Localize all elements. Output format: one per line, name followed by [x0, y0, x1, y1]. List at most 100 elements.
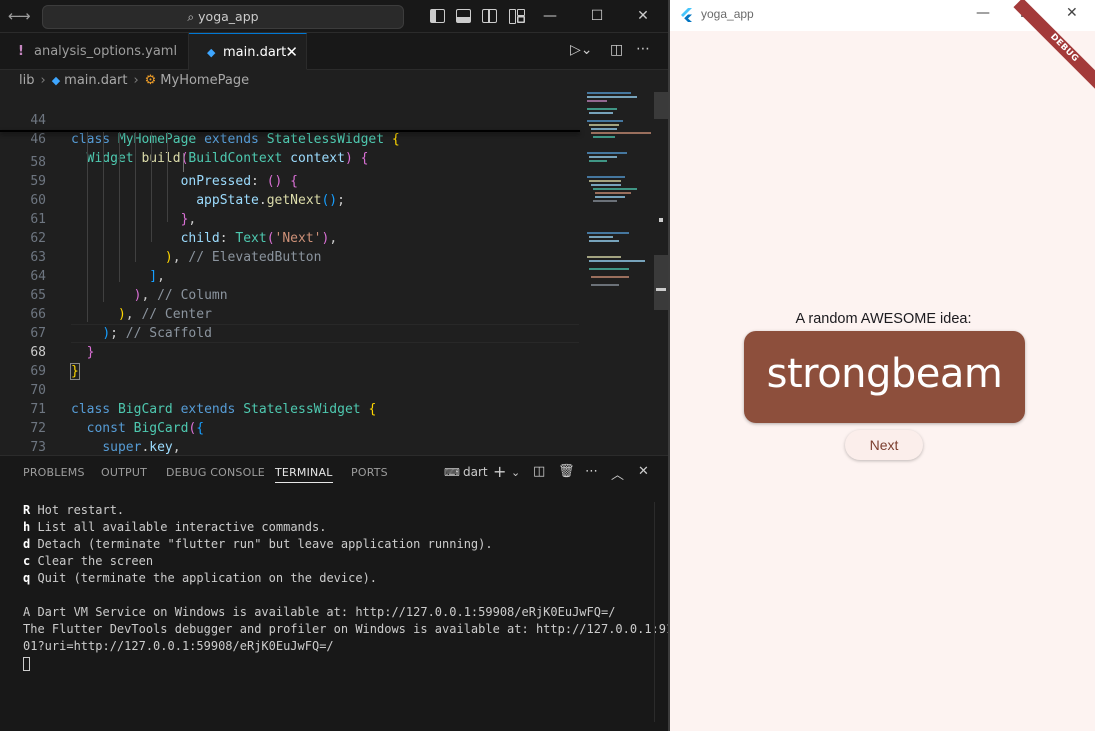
- close-icon[interactable]: ✕: [1066, 5, 1078, 21]
- tab-output[interactable]: OUTPUT: [101, 466, 147, 479]
- terminal-cursor: [23, 656, 30, 671]
- terminal-name[interactable]: dart: [463, 465, 488, 479]
- tab-terminal[interactable]: TERMINAL: [275, 466, 333, 483]
- trash-icon[interactable]: 🗑: [558, 464, 575, 479]
- breadcrumb-lib[interactable]: lib: [19, 73, 34, 88]
- minimap-line: [587, 108, 617, 110]
- breadcrumb-file[interactable]: main.dart: [64, 73, 127, 88]
- customize-layout-icon[interactable]: [509, 9, 525, 24]
- big-card: strongbeam: [744, 331, 1025, 423]
- minimap-line: [587, 232, 629, 234]
- minimap-line: [589, 156, 617, 158]
- code-line[interactable]: 59 appState.getNext();: [0, 153, 580, 208]
- minimap-line: [589, 260, 645, 262]
- dart-file-icon: ◆: [207, 46, 216, 59]
- breadcrumb-symbol[interactable]: MyHomePage: [160, 73, 249, 88]
- minimap-line: [587, 120, 623, 122]
- code-line[interactable]: 67 }: [0, 305, 580, 360]
- terminal-line: A Dart VM Service on Windows is availabl…: [23, 605, 616, 619]
- toggle-secondary-sidebar-icon[interactable]: [482, 9, 497, 23]
- breadcrumb: lib › ◆ main.dart › ⚙ MyHomePage: [0, 70, 668, 92]
- more-actions-icon[interactable]: ⋯: [585, 464, 598, 479]
- code-line[interactable]: 69: [0, 343, 580, 379]
- terminal-line: c Clear the screen: [23, 554, 154, 568]
- minimap-line: [593, 200, 617, 202]
- minimap-line: [587, 100, 607, 102]
- code-line[interactable]: 64 ), // Column: [0, 248, 580, 303]
- flutter-logo-icon: [681, 8, 692, 22]
- run-debug-icon[interactable]: ▷⌄: [570, 42, 593, 58]
- maximize-panel-icon[interactable]: ︿: [611, 464, 624, 483]
- tab-debug-console[interactable]: DEBUG CONSOLE: [166, 466, 265, 479]
- more-actions-icon[interactable]: ⋯: [636, 41, 650, 57]
- tab-ports[interactable]: PORTS: [351, 466, 388, 479]
- code-line[interactable]: 71 const BigCard({: [0, 381, 580, 436]
- toggle-panel-icon[interactable]: [456, 9, 471, 23]
- dart-file-icon: ◆: [51, 74, 61, 87]
- code-editor[interactable]: 44 class MyHomePage extends StatelessWid…: [0, 92, 668, 493]
- terminal-line: d Detach (terminate "flutter run" but le…: [23, 537, 493, 551]
- maximize-icon[interactable]: ☐: [584, 6, 610, 26]
- code-line[interactable]: 58 onPressed: () {: [0, 134, 580, 189]
- minimap-line: [593, 188, 637, 190]
- toggle-primary-sidebar-icon[interactable]: [430, 9, 445, 23]
- sticky-line[interactable]: 44 class MyHomePage extends StatelessWid…: [0, 92, 580, 147]
- terminal-line: q Quit (terminate the application on the…: [23, 571, 378, 585]
- scrollbar-thumb[interactable]: [654, 255, 668, 310]
- terminal-output[interactable]: R Hot restart. h List all available inte…: [23, 502, 668, 672]
- flutter-app-window: yoga_app — ☐ ✕ DEBUG A random AWESOME id…: [668, 0, 1095, 731]
- minimize-icon[interactable]: —: [537, 6, 563, 26]
- tab-analysis-options[interactable]: ! analysis_options.yaml: [0, 33, 189, 70]
- new-terminal-icon[interactable]: +: [493, 462, 506, 481]
- minimap-line: [591, 276, 629, 278]
- search-icon: ⌕: [187, 10, 195, 24]
- minimap-line: [595, 196, 625, 198]
- terminal-icon: ⌨: [444, 466, 460, 479]
- tab-label: analysis_options.yaml: [34, 44, 178, 59]
- minimap-line: [591, 128, 617, 130]
- tab-problems[interactable]: PROBLEMS: [23, 466, 85, 479]
- code-line[interactable]: 66 ); // Scaffold: [0, 286, 580, 341]
- sticky-line[interactable]: 46 Widget build(BuildContext context) {: [0, 111, 580, 166]
- split-terminal-icon[interactable]: ◫: [533, 464, 545, 479]
- minimap-line: [587, 256, 621, 258]
- minimize-icon[interactable]: —: [976, 5, 990, 21]
- code-line[interactable]: 62 ), // ElevatedButton: [0, 210, 580, 265]
- tab-label: main.dart: [223, 45, 287, 60]
- code-line[interactable]: 72 super.key,: [0, 400, 580, 455]
- close-icon[interactable]: ✕: [630, 6, 656, 26]
- code-line[interactable]: 73 required this.pair,: [0, 419, 580, 474]
- terminal-line: R Hot restart.: [23, 503, 125, 517]
- code-line[interactable]: 68 }: [0, 324, 580, 380]
- minimap-line: [593, 136, 615, 138]
- editor-scrollbar[interactable]: [654, 92, 668, 454]
- minimap-line: [589, 112, 613, 114]
- chevron-right-icon: ›: [133, 73, 139, 88]
- split-editor-icon[interactable]: ◫: [610, 42, 623, 58]
- terminal-scrollbar[interactable]: [654, 502, 666, 722]
- code-line[interactable]: 70 class BigCard extends StatelessWidget…: [0, 362, 580, 417]
- code-line[interactable]: 61 child: Text('Next'),: [0, 191, 580, 246]
- forward-arrow-icon[interactable]: →: [18, 7, 31, 25]
- close-panel-icon[interactable]: ✕: [638, 464, 649, 479]
- terminal-line: [23, 655, 663, 672]
- code-line[interactable]: 63 ],: [0, 229, 580, 284]
- scrollbar-marker: [656, 288, 666, 291]
- code-line[interactable]: 60 },: [0, 172, 580, 227]
- tab-main-dart[interactable]: ◆ main.dart ✕: [189, 33, 307, 70]
- minimap-line: [589, 240, 619, 242]
- scrollbar-thumb[interactable]: [654, 92, 668, 119]
- minimap-line: [589, 180, 621, 182]
- code-line[interactable]: 65 ), // Center: [0, 267, 580, 322]
- command-center-search[interactable]: ⌕ yoga_app: [42, 5, 404, 29]
- editor-tab-bar: ! analysis_options.yaml ◆ main.dart ✕ ▷⌄…: [0, 33, 668, 70]
- minimap[interactable]: [585, 92, 653, 302]
- class-symbol-icon: ⚙: [144, 73, 157, 88]
- yaml-warning-icon: !: [18, 44, 24, 59]
- scrollbar-marker: [659, 218, 663, 222]
- minimap-line: [589, 268, 629, 270]
- next-button[interactable]: Next: [845, 430, 923, 460]
- chevron-down-icon[interactable]: ⌄: [511, 466, 520, 479]
- tab-close-icon[interactable]: ✕: [285, 34, 298, 71]
- title-bar: ← → ⌕ yoga_app — ☐ ✕: [0, 0, 668, 33]
